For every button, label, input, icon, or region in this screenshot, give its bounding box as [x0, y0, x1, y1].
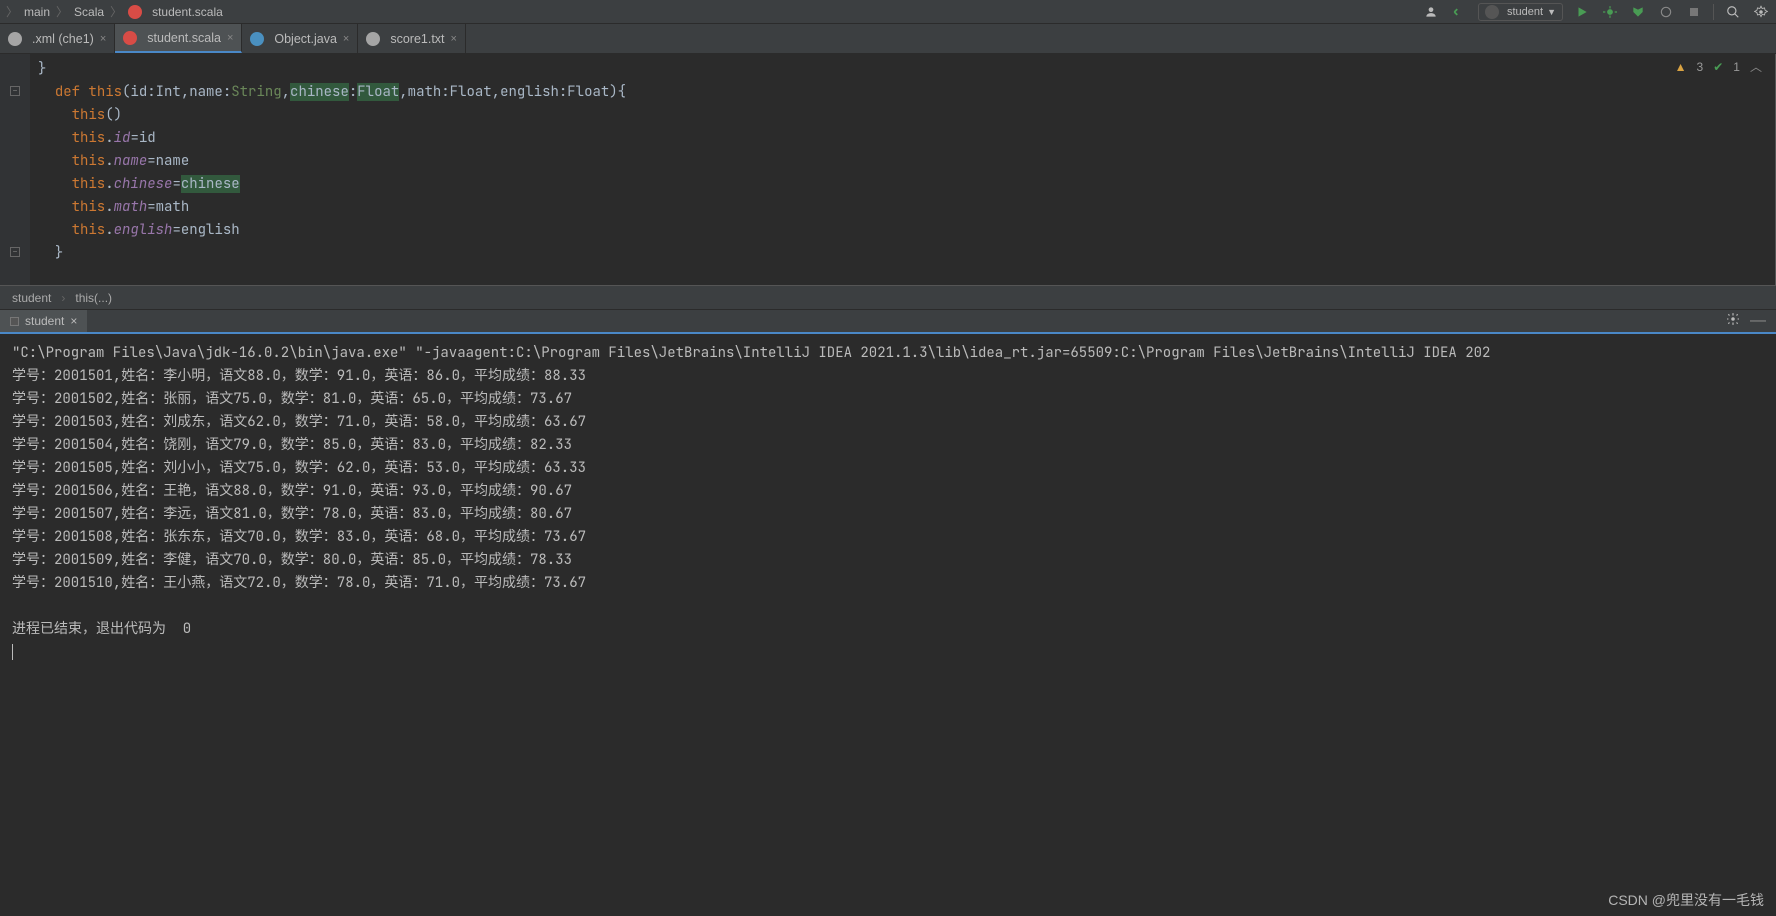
- crumb-scala[interactable]: Scala: [74, 5, 104, 19]
- check-icon: ✔: [1713, 60, 1723, 74]
- gear-icon[interactable]: [1726, 312, 1740, 331]
- close-icon[interactable]: ×: [343, 33, 349, 45]
- check-count: 1: [1733, 60, 1740, 74]
- close-icon[interactable]: ×: [100, 33, 106, 45]
- crumb-class[interactable]: student: [12, 291, 51, 305]
- coverage-button[interactable]: [1629, 3, 1647, 21]
- tab-label: score1.txt: [390, 32, 444, 46]
- fold-end-icon[interactable]: −: [10, 247, 20, 257]
- structure-breadcrumb: student › this(...): [0, 286, 1776, 310]
- console-line: 学号：2001505,姓名：刘小小，语文75.0，数学：62.0，英语：53.0…: [12, 459, 586, 477]
- close-icon[interactable]: ×: [227, 32, 233, 44]
- console-line: 学号：2001501,姓名：李小明，语文88.0，数学：91.0，英语：86.0…: [12, 367, 586, 385]
- search-icon[interactable]: [1724, 3, 1742, 21]
- warning-count: 3: [1697, 60, 1704, 74]
- console-output[interactable]: "C:\Program Files\Java\jdk-16.0.2\bin\ja…: [0, 334, 1776, 916]
- run-tool-window-tabs: student × —: [0, 310, 1776, 334]
- stop-button[interactable]: [1685, 3, 1703, 21]
- close-icon[interactable]: ×: [451, 33, 457, 45]
- tab-xml[interactable]: .xml (che1) ×: [0, 24, 115, 53]
- hide-icon[interactable]: —: [1750, 312, 1766, 330]
- gutter: − −: [0, 54, 30, 285]
- console-cmd: "C:\Program Files\Java\jdk-16.0.2\bin\ja…: [12, 344, 1490, 362]
- divider: [1713, 4, 1714, 20]
- run-config-dropdown[interactable]: student ▼: [1478, 3, 1563, 21]
- run-config-label: student: [1507, 6, 1543, 18]
- run-tab-label: student: [25, 314, 64, 328]
- console-line: 学号：2001508,姓名：张东东，语文70.0，数学：83.0，英语：68.0…: [12, 528, 586, 546]
- tab-object-java[interactable]: Object.java ×: [242, 24, 358, 53]
- fold-icon[interactable]: −: [10, 86, 20, 96]
- run-button[interactable]: [1573, 3, 1591, 21]
- crumb-main[interactable]: main: [24, 5, 50, 19]
- top-nav: 〉 main 〉 Scala 〉 student.scala student ▼: [0, 0, 1776, 24]
- console-line: 学号：2001502,姓名：张丽，语文75.0，数学：81.0，英语：65.0，…: [12, 390, 572, 408]
- tab-label: student.scala: [147, 31, 221, 45]
- console-line: 学号：2001509,姓名：李健，语文70.0，数学：80.0，英语：85.0，…: [12, 551, 572, 569]
- console-line: 学号：2001507,姓名：李远，语文81.0，数学：78.0，英语：83.0，…: [12, 505, 572, 523]
- user-icon[interactable]: [1422, 3, 1440, 21]
- console-line: 学号：2001504,姓名：饶刚，语文79.0，数学：85.0，英语：83.0，…: [12, 436, 572, 454]
- breadcrumb: 〉 main 〉 Scala 〉 student.scala: [6, 3, 223, 20]
- editor-tabs: .xml (che1) × student.scala × Object.jav…: [0, 24, 1776, 54]
- sync-icon[interactable]: [1450, 3, 1468, 21]
- chevron-right-icon: 〉: [6, 3, 18, 20]
- tab-label: .xml (che1): [32, 32, 94, 46]
- run-window-icon: [10, 317, 19, 326]
- code-editor[interactable]: } def this(id:Int,name:String,chinese:Fl…: [30, 54, 1776, 285]
- warning-icon: ▲: [1675, 60, 1687, 74]
- chevron-down-icon: ▼: [1547, 7, 1556, 17]
- editor-inspection[interactable]: ▲ 3 ✔ 1 ︿: [1675, 58, 1762, 75]
- scala-file-icon: [123, 31, 137, 45]
- crumb-method[interactable]: this(...): [75, 291, 112, 305]
- tab-score-txt[interactable]: score1.txt ×: [358, 24, 466, 53]
- caret-icon: [12, 644, 13, 660]
- chevron-right-icon: ›: [61, 291, 65, 305]
- chevron-right-icon: 〉: [110, 3, 122, 20]
- editor-area: − − } def this(id:Int,name:String,chines…: [0, 54, 1776, 286]
- chevron-right-icon: 〉: [56, 3, 68, 20]
- xml-file-icon: [8, 32, 22, 46]
- run-tab-student[interactable]: student ×: [0, 310, 87, 332]
- scala-file-icon: [128, 5, 142, 19]
- tab-student-scala[interactable]: student.scala ×: [115, 24, 242, 53]
- java-file-icon: [250, 32, 264, 46]
- chevron-up-icon[interactable]: ︿: [1750, 58, 1762, 75]
- console-line: 学号：2001503,姓名：刘成东，语文62.0，数学：71.0，英语：58.0…: [12, 413, 586, 431]
- txt-file-icon: [366, 32, 380, 46]
- watermark: CSDN @兜里没有一毛钱: [1608, 890, 1764, 910]
- crumb-file[interactable]: student.scala: [152, 5, 223, 19]
- close-icon[interactable]: ×: [70, 314, 77, 328]
- tab-label: Object.java: [274, 32, 337, 46]
- module-icon: [1485, 5, 1499, 19]
- console-exit: 进程已结束，退出代码为 0: [12, 620, 191, 638]
- debug-button[interactable]: [1601, 3, 1619, 21]
- console-line: 学号：2001510,姓名：王小燕，语文72.0，数学：78.0，英语：71.0…: [12, 574, 586, 592]
- profile-button[interactable]: [1657, 3, 1675, 21]
- settings-icon[interactable]: [1752, 3, 1770, 21]
- console-line: 学号：2001506,姓名：王艳，语文88.0，数学：91.0，英语：93.0，…: [12, 482, 572, 500]
